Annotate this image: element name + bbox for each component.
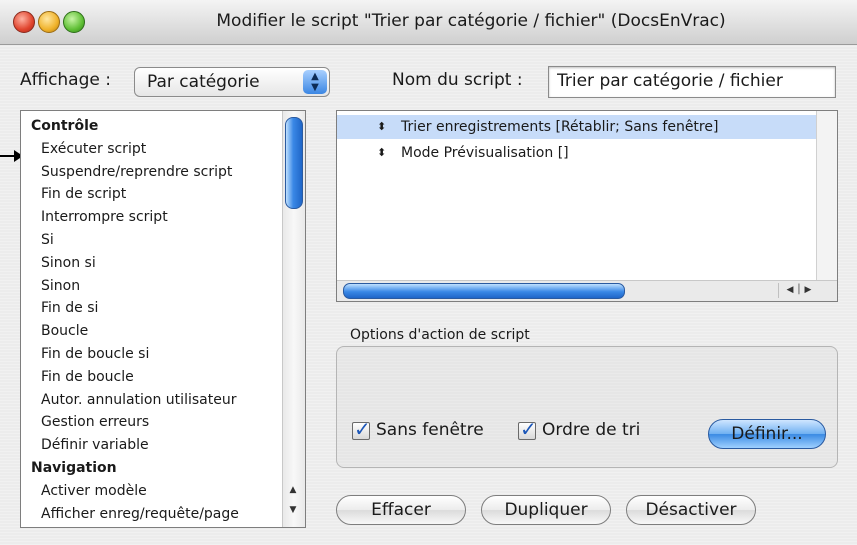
list-item[interactable]: Suspendre/reprendre script — [21, 161, 283, 184]
disable-button[interactable]: Désactiver — [626, 495, 756, 525]
steps-list-scrollbar[interactable]: ▲ ▼ — [282, 111, 305, 527]
list-item[interactable]: Gestion erreurs — [21, 411, 283, 434]
close-window-button[interactable] — [13, 11, 35, 33]
options-groupbox — [336, 346, 838, 468]
scroll-down-arrow-icon[interactable]: ▼ — [285, 505, 301, 525]
clear-button[interactable]: Effacer — [336, 495, 466, 525]
scroll-up-arrow-icon[interactable]: ▲ — [285, 485, 301, 505]
list-item[interactable]: Boucle — [21, 320, 283, 343]
view-popup[interactable]: Par catégorie ▲ ▼ — [134, 67, 330, 97]
list-item[interactable]: Autor. annulation utilisateur — [21, 389, 283, 412]
list-item[interactable]: Si — [21, 229, 283, 252]
hscroll-arrows-icon[interactable]: ◀ │ ▶ — [778, 283, 819, 298]
script-step-row[interactable]: ⬍ Trier enregistrements [Rétablir; Sans f… — [337, 115, 817, 139]
no-dialog-checkbox[interactable]: ✓ Sans fenêtre — [352, 417, 502, 444]
script-steps-list[interactable]: Contrôle Exécuter script Suspendre/reprend… — [20, 110, 306, 528]
script-step-text: Mode Prévisualisation [] — [401, 145, 569, 161]
script-panel-hscrollbar[interactable]: ◀ │ ▶ — [337, 280, 837, 301]
sort-order-checkbox-box[interactable]: ✓ — [518, 417, 537, 441]
window-title: Modifier le script "Trier par catégorie … — [216, 11, 726, 31]
define-button[interactable]: Définir... — [708, 419, 826, 449]
no-dialog-checkbox-label: Sans fenêtre — [376, 420, 484, 440]
view-label: Affichage : — [20, 70, 111, 90]
script-panel-vscrollbar[interactable] — [816, 111, 837, 283]
zoom-window-button[interactable] — [63, 11, 85, 33]
list-item[interactable]: Sinon — [21, 275, 283, 298]
updown-arrows-icon: ▲ ▼ — [303, 70, 327, 94]
drag-handle-icon[interactable]: ⬍ — [377, 115, 386, 139]
script-editor-window: Modifier le script "Trier par catégorie … — [0, 0, 857, 545]
list-item[interactable]: Afficher enreg/requête/page — [21, 503, 283, 526]
sort-order-checkbox[interactable]: ✓ Ordre de tri — [518, 417, 668, 444]
list-item[interactable]: Fin de script — [21, 183, 283, 206]
list-item[interactable]: Définir variable — [21, 434, 283, 457]
script-panel-hscroll-thumb[interactable] — [343, 283, 625, 299]
list-item[interactable]: Sinon si — [21, 252, 283, 275]
sort-order-checkbox-label: Ordre de tri — [542, 420, 641, 440]
list-item[interactable]: Exécuter script — [21, 138, 283, 161]
list-item[interactable]: Fin de si — [21, 297, 283, 320]
script-name-field[interactable] — [548, 66, 837, 98]
list-category-heading[interactable]: Navigation — [21, 457, 283, 480]
list-category-heading[interactable]: Contrôle — [21, 115, 283, 138]
list-item[interactable]: Fin de boucle — [21, 366, 283, 389]
duplicate-button[interactable]: Dupliquer — [481, 495, 611, 525]
list-item[interactable]: Fin de boucle si — [21, 343, 283, 366]
view-popup-value: Par catégorie — [147, 72, 260, 92]
script-step-row[interactable]: ⬍ Mode Prévisualisation [] — [337, 141, 817, 165]
drag-handle-icon[interactable]: ⬍ — [377, 141, 386, 165]
title-bar[interactable]: Modifier le script "Trier par catégorie … — [0, 0, 857, 45]
steps-list-items: Contrôle Exécuter script Suspendre/reprend… — [21, 115, 283, 525]
list-item[interactable]: Interrompre script — [21, 206, 283, 229]
checkmark-icon: ✓ — [354, 417, 371, 441]
script-name-label: Nom du script : — [392, 70, 523, 90]
options-group-label: Options d'action de script — [350, 327, 530, 343]
checkmark-icon: ✓ — [520, 417, 537, 441]
no-dialog-checkbox-box[interactable]: ✓ — [352, 417, 371, 441]
script-content-panel[interactable]: ⬍ Trier enregistrements [Rétablir; Sans f… — [336, 110, 838, 302]
script-name-input[interactable] — [549, 67, 837, 91]
script-step-text: Trier enregistrements [Rétablir; Sans fe… — [401, 119, 719, 135]
minimize-window-button[interactable] — [38, 11, 60, 33]
list-item[interactable]: Activer modèle — [21, 480, 283, 503]
steps-list-scroll-thumb[interactable] — [285, 117, 303, 209]
